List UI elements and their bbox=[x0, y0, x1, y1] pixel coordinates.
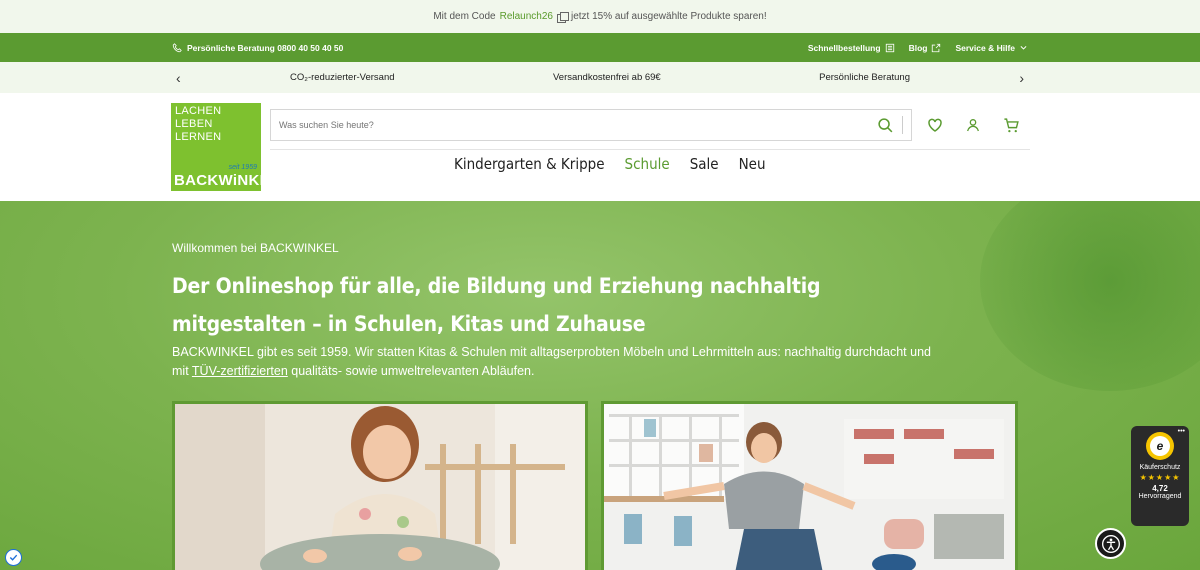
promo-suffix: jetzt 15% auf ausgewählte Produkte spare… bbox=[570, 11, 767, 22]
external-link-icon bbox=[932, 43, 941, 52]
usp-item: Versandkostenfrei ab 69€ bbox=[552, 72, 661, 83]
classroom-photo bbox=[604, 404, 1015, 570]
copy-icon[interactable] bbox=[556, 11, 569, 23]
list-icon bbox=[885, 43, 894, 52]
cart-icon bbox=[1003, 117, 1019, 132]
usp-item: Persönliche Beratung bbox=[819, 72, 910, 83]
user-icon bbox=[967, 119, 979, 132]
desc-text: qualitäts- sowie umweltrelevanten Abläuf… bbox=[291, 364, 535, 378]
hero-headline: Der Onlineshop für alle, die Bildung und… bbox=[172, 267, 872, 343]
background-texture bbox=[980, 201, 1200, 391]
usp-slider: ‹ CO₂-reduzierter-Versand Versandkostenf… bbox=[0, 62, 1200, 93]
quick-order-link[interactable]: Schnellbestellung bbox=[808, 43, 895, 53]
headline-line: mitgestalten – in Schulen, Kitas und Zuh… bbox=[172, 312, 646, 336]
more-icon[interactable]: ••• bbox=[1178, 428, 1185, 435]
logo[interactable]: LACHEN LEBEN LERNEN seit 1959 BACKWiNKEL bbox=[171, 103, 279, 191]
tuev-link[interactable]: TÜV-zertifizierten bbox=[192, 364, 288, 378]
trust-rating-text: Hervorragend bbox=[1138, 493, 1182, 500]
logo-brand: BACKWiNKEL bbox=[174, 172, 280, 189]
divider bbox=[902, 116, 903, 134]
divider bbox=[270, 149, 1030, 150]
promo-code[interactable]: Relaunch26 bbox=[500, 11, 553, 22]
site-header: LACHEN LEBEN LERNEN seit 1959 BACKWiNKEL… bbox=[0, 93, 1200, 201]
headline-line: Der Onlineshop für alle, die Bildung und… bbox=[172, 274, 821, 298]
nav-item-kindergarten[interactable]: Kindergarten & Krippe bbox=[454, 155, 605, 173]
nav-item-sale[interactable]: Sale bbox=[690, 155, 719, 173]
chevron-down-icon bbox=[1020, 46, 1027, 50]
hero-welcome: Willkommen bei BACKWINKEL bbox=[172, 241, 339, 255]
phone-contact[interactable]: Persönliche Beratung 0800 40 50 40 50 bbox=[172, 43, 343, 53]
wishlist-button[interactable] bbox=[925, 115, 945, 135]
kita-category-card[interactable] bbox=[172, 401, 588, 570]
account-button[interactable] bbox=[963, 115, 983, 135]
desc-line: BACKWINKEL gibt es seit 1959. Wir statte… bbox=[172, 345, 931, 359]
chevron-right-icon[interactable]: › bbox=[1019, 70, 1024, 86]
promo-bar: Mit dem Code Relaunch26 jetzt 15% auf au… bbox=[0, 0, 1200, 33]
service-bar: Persönliche Beratung 0800 40 50 40 50 Sc… bbox=[0, 33, 1200, 62]
quick-order-label: Schnellbestellung bbox=[807, 42, 881, 53]
cart-button[interactable] bbox=[1001, 115, 1021, 135]
cookie-settings-button[interactable] bbox=[5, 549, 22, 566]
phone-icon bbox=[172, 42, 182, 52]
logo-line: LEBEN bbox=[175, 118, 213, 130]
trust-seal-icon: e bbox=[1146, 432, 1174, 460]
main-nav: Kindergarten & Krippe Schule Sale Neu bbox=[454, 155, 766, 173]
nav-item-neu[interactable]: Neu bbox=[739, 155, 766, 173]
search-box bbox=[270, 109, 912, 141]
search-icon[interactable] bbox=[877, 117, 894, 134]
star-rating: ★★★★★ bbox=[1139, 473, 1181, 482]
hero-section: Willkommen bei BACKWINKEL Der Onlineshop… bbox=[0, 201, 1200, 570]
logo-line: LACHEN bbox=[175, 105, 222, 117]
phone-label: Persönliche Beratung 0800 40 50 40 50 bbox=[187, 42, 344, 53]
blog-label: Blog bbox=[908, 42, 928, 53]
trust-badge-widget[interactable]: ••• e Käuferschutz ★★★★★ 4,72 Hervorrage… bbox=[1131, 426, 1189, 526]
search-input[interactable] bbox=[279, 120, 877, 130]
service-dropdown[interactable]: Service & Hilfe bbox=[955, 43, 1028, 53]
accessibility-button[interactable] bbox=[1095, 528, 1126, 559]
chevron-left-icon[interactable]: ‹ bbox=[176, 70, 181, 86]
blog-link[interactable]: Blog bbox=[909, 43, 942, 53]
hero-description: BACKWINKEL gibt es seit 1959. Wir statte… bbox=[172, 343, 992, 381]
logo-line: LERNEN bbox=[175, 131, 222, 143]
trust-label: Käuferschutz bbox=[1139, 464, 1181, 471]
nav-item-schule[interactable]: Schule bbox=[625, 155, 670, 173]
service-label: Service & Hilfe bbox=[955, 42, 1015, 53]
heart-icon bbox=[928, 118, 942, 132]
usp-item: CO₂-reduzierter-Versand bbox=[290, 72, 395, 83]
accessibility-icon bbox=[1101, 534, 1120, 553]
child-photo bbox=[175, 404, 585, 570]
school-category-card[interactable] bbox=[601, 401, 1018, 570]
logo-since: seit 1959 bbox=[228, 164, 257, 171]
trust-score: 4,72 bbox=[1152, 484, 1168, 493]
promo-prefix: Mit dem Code bbox=[433, 11, 496, 22]
desc-text: mit bbox=[172, 364, 189, 378]
check-shield-icon bbox=[9, 554, 18, 561]
